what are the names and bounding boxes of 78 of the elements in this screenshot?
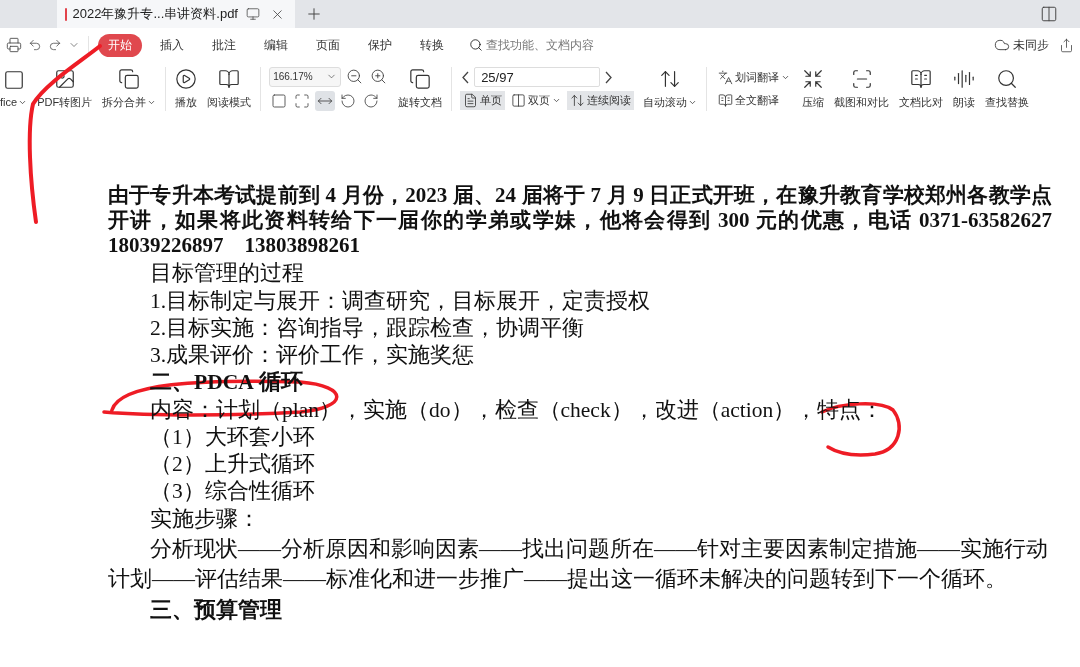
toolbar-button[interactable]: 压缩 bbox=[797, 67, 830, 110]
compare-icon bbox=[910, 67, 933, 90]
sync-button[interactable]: 未同步 bbox=[988, 35, 1055, 55]
translate-button[interactable]: 全文翻译 bbox=[715, 90, 794, 110]
page-icon bbox=[463, 93, 479, 108]
play-icon bbox=[175, 67, 198, 90]
layout-button[interactable]: 双页 bbox=[508, 91, 565, 110]
toolbar-button[interactable]: 截图和对比 bbox=[829, 67, 895, 110]
printer-icon bbox=[6, 37, 22, 53]
toolbar-button[interactable]: 朗读 bbox=[948, 67, 981, 110]
menu-tab[interactable]: 编辑 bbox=[254, 33, 298, 57]
menu-tab[interactable]: 页面 bbox=[306, 33, 350, 57]
toolbar-button[interactable]: fice bbox=[0, 69, 33, 108]
image-icon bbox=[53, 67, 76, 90]
monitor-icon bbox=[246, 7, 260, 21]
fit-page-icon bbox=[294, 93, 311, 109]
document-tab[interactable]: 2022年豫升专...串讲资料.pdf bbox=[57, 0, 295, 28]
toolbar-button[interactable]: 查找替换 bbox=[980, 67, 1035, 110]
search-icon bbox=[996, 67, 1019, 90]
menu-tab[interactable]: 转换 bbox=[410, 33, 454, 57]
toolbar-button[interactable]: 阅读模式 bbox=[202, 67, 257, 110]
search-icon bbox=[469, 38, 483, 52]
compress-icon bbox=[802, 67, 825, 90]
search-field[interactable]: 查找功能、文档内容 bbox=[469, 36, 594, 54]
text-line: 2.目标实施：咨询指导，跟踪检查，协调平衡 bbox=[150, 315, 585, 340]
toolbar-button[interactable]: 自动滚动 bbox=[638, 67, 703, 110]
toolbar-button[interactable]: 旋转文档 bbox=[393, 67, 448, 110]
book-icon bbox=[218, 67, 241, 90]
copy-icon bbox=[118, 67, 141, 90]
toolbar-button[interactable]: 拆分合并 bbox=[97, 67, 162, 110]
speaker-icon bbox=[953, 67, 976, 90]
text-line: 3.成果评价：评价工作，实施奖惩 bbox=[150, 343, 475, 367]
zoom-in-icon bbox=[370, 68, 388, 85]
menu-tab[interactable]: 插入 bbox=[150, 33, 194, 57]
menu-tab[interactable]: 开始 bbox=[98, 33, 142, 57]
section-heading: 三、预算管理 bbox=[150, 598, 282, 622]
body-paragraph: 分析现状——分析原因和影响因素——找出问题所在——针对主要因素制定措施——实施行动计划——评估结果——标准化和进一步推广——提出这一循环未解决的问题转到下一个循环。 bbox=[108, 535, 1049, 594]
toolbar-button[interactable]: 文档比对 bbox=[894, 67, 949, 110]
rotate-left-icon bbox=[340, 93, 357, 109]
share-icon bbox=[1059, 37, 1074, 53]
text-line: 1.目标制定与展开：调查研究，目标展开，定责授权 bbox=[150, 288, 651, 313]
two-page-icon bbox=[511, 93, 527, 108]
text-line: 实施步骤： bbox=[150, 506, 260, 531]
caret-icon bbox=[552, 96, 562, 105]
print-button[interactable] bbox=[4, 35, 24, 55]
app-icon bbox=[2, 69, 25, 91]
plus-icon bbox=[305, 5, 323, 23]
screenshot-icon bbox=[850, 67, 873, 90]
zoom-out-icon bbox=[346, 68, 364, 85]
layout-button[interactable]: 单页 bbox=[460, 91, 506, 110]
translate-icon bbox=[718, 69, 734, 85]
zoom-field[interactable]: 166.17% bbox=[269, 66, 342, 87]
text-line: （2）上升式循环 bbox=[150, 452, 315, 476]
book-icon bbox=[718, 92, 734, 108]
page-field[interactable]: 25/97 bbox=[474, 67, 601, 87]
continuous-icon bbox=[570, 93, 586, 108]
notice-paragraph: 由于专升本考试提前到 4 月份，2023 届、24 届将于 7 月 9 日正式开班，在豫升教育学校郑州各教学点开讲，如果将此资料转给下一届你的学弟或学妹，他将会得到 300 元的优惠，电话 0371-63582627 18039226897 13803898261 bbox=[108, 183, 1052, 258]
view-button[interactable] bbox=[315, 91, 336, 111]
rotate-right-icon bbox=[363, 93, 380, 109]
toolbar-button[interactable]: 播放 bbox=[170, 67, 203, 110]
layout-button[interactable]: 连续阅读 bbox=[567, 91, 635, 110]
text-line: （3）综合性循环 bbox=[150, 479, 315, 504]
text-line: （1）大环套小环 bbox=[150, 424, 315, 449]
undo-icon bbox=[28, 38, 42, 52]
tab-title: 2022年豫升专...串讲资料.pdf bbox=[72, 5, 238, 23]
actual-size-icon bbox=[271, 93, 288, 109]
menu-tab[interactable]: 批注 bbox=[202, 33, 246, 57]
page-layout-icon bbox=[1040, 5, 1058, 23]
translate-button[interactable]: 划词翻译 bbox=[715, 67, 794, 87]
toolbar-button[interactable]: PDF转图片 bbox=[32, 67, 98, 110]
chevron-right-icon bbox=[605, 70, 613, 84]
monitor-button[interactable] bbox=[244, 5, 262, 23]
menu-tab[interactable]: 保护 bbox=[358, 33, 402, 57]
rotate-pages-icon bbox=[409, 67, 432, 90]
chevron-left-icon bbox=[462, 70, 470, 84]
cloud-icon bbox=[994, 37, 1010, 53]
redo-icon bbox=[48, 38, 62, 52]
text-line: 目标管理的过程 bbox=[150, 261, 304, 286]
